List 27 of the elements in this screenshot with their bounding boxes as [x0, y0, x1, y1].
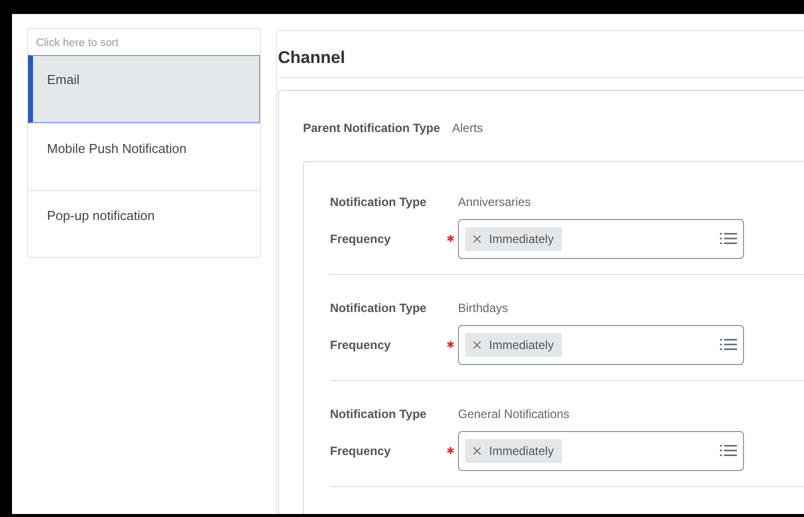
channel-item[interactable]: Mobile Push Notification [28, 123, 260, 190]
section-title: Channel [278, 45, 804, 78]
field-label: Frequency [330, 230, 392, 248]
field-label: Frequency [330, 442, 392, 460]
field-label: Notification Type [330, 300, 428, 316]
remove-icon[interactable] [473, 340, 481, 348]
list-icon[interactable] [720, 232, 737, 245]
channel-item[interactable]: Pop-up notification [28, 190, 260, 257]
field-label: Parent Notification Type [303, 120, 440, 136]
field-value: Anniversaries [458, 194, 531, 210]
selected-chip[interactable]: Immediately [465, 438, 562, 462]
selected-chip[interactable]: Immediately [465, 226, 562, 250]
frequency-field[interactable]: Immediately [458, 324, 744, 364]
field-label: Notification Type [330, 406, 428, 422]
remove-icon[interactable] [473, 446, 481, 454]
frequency-field[interactable]: Immediately [458, 218, 744, 258]
remove-icon[interactable] [473, 234, 481, 242]
frequency-field[interactable]: Immediately [458, 430, 744, 470]
channel-item[interactable]: Email [28, 55, 260, 123]
field-label: Notification Type [330, 194, 428, 210]
list-icon[interactable] [720, 444, 737, 457]
field-value: Birthdays [458, 300, 508, 316]
list-icon[interactable] [720, 338, 737, 351]
selected-chip[interactable]: Immediately [465, 332, 562, 356]
field-value: General Notifications [458, 406, 570, 422]
field-value: Alerts [452, 120, 483, 136]
field-label: Frequency [330, 336, 392, 354]
